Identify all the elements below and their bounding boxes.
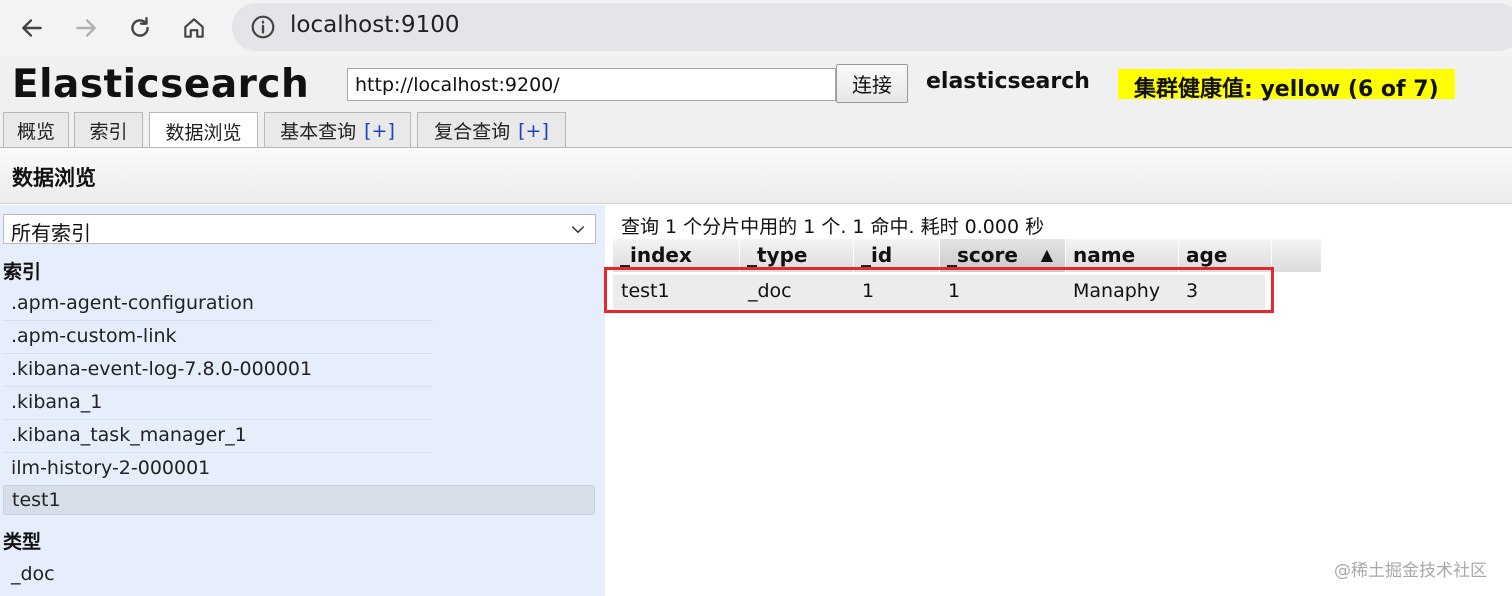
address-bar[interactable]: localhost:9100 <box>232 3 1512 51</box>
sort-ascending-icon: ▲ <box>1040 245 1053 264</box>
divider <box>3 320 433 321</box>
sidebar-item-index[interactable]: .kibana-event-log-7.8.0-000001 <box>3 355 595 385</box>
sidebar-item-index-selected[interactable]: test1 <box>3 485 595 515</box>
connect-button[interactable]: 连接 <box>836 64 908 103</box>
divider <box>3 452 433 453</box>
column-header-spacer <box>1272 239 1322 272</box>
section-header: 数据浏览 <box>0 148 1512 204</box>
sidebar-item-type[interactable]: _doc <box>3 560 595 590</box>
home-icon <box>184 18 204 38</box>
tab-label: 概览 <box>16 121 55 143</box>
tab-basic-query[interactable]: 基本查询 [+] <box>264 112 411 148</box>
app-title: Elasticsearch <box>12 62 310 107</box>
divider <box>3 419 433 420</box>
reload-button[interactable] <box>120 8 160 48</box>
tab-indices[interactable]: 索引 <box>74 112 143 148</box>
column-header-label: _score <box>947 243 1018 267</box>
sidebar-item-index[interactable]: .kibana_1 <box>3 388 595 418</box>
connection-url-input[interactable] <box>347 68 836 101</box>
arrow-left-icon <box>22 19 42 37</box>
arrow-right-icon <box>76 19 96 37</box>
chevron-down-icon <box>572 226 584 233</box>
expand-plus[interactable]: [+] <box>364 120 395 142</box>
index-select[interactable]: 所有索引 <box>3 214 596 245</box>
sidebar: 所有索引 索引 .apm-agent-configuration .apm-cu… <box>0 205 605 596</box>
tab-compound-query[interactable]: 复合查询 [+] <box>417 112 566 148</box>
types-heading: 类型 <box>3 531 42 553</box>
watermark: @稀土掘金技术社区 <box>1334 561 1487 581</box>
tab-label: 数据浏览 <box>165 121 242 144</box>
query-summary: 查询 1 个分片中用的 1 个. 1 命中. 耗时 0.000 秒 <box>621 216 1045 238</box>
reload-icon <box>131 17 149 37</box>
sidebar-item-index[interactable]: ilm-history-2-000001 <box>3 454 595 484</box>
page-title: 数据浏览 <box>12 166 96 190</box>
tab-label: 索引 <box>89 121 128 143</box>
divider <box>3 386 433 387</box>
back-button[interactable] <box>12 8 52 48</box>
column-header-label: _type <box>747 243 808 267</box>
sidebar-item-index[interactable]: .apm-agent-configuration <box>3 289 595 319</box>
column-header-label: _id <box>861 243 893 267</box>
sidebar-item-index[interactable]: .kibana_task_manager_1 <box>3 421 595 451</box>
highlight-annotation <box>604 267 1274 313</box>
index-select-value: 所有索引 <box>11 221 91 245</box>
sidebar-item-index[interactable]: .apm-custom-link <box>3 322 595 352</box>
indices-heading: 索引 <box>3 261 42 283</box>
divider <box>3 353 433 354</box>
tab-label: 复合查询 <box>434 121 511 143</box>
cluster-health-badge: 集群健康值: yellow (6 of 7) <box>1118 69 1455 102</box>
url-text: localhost:9100 <box>290 12 460 38</box>
info-icon[interactable] <box>250 14 276 40</box>
cluster-name: elasticsearch <box>926 69 1090 94</box>
home-button[interactable] <box>174 8 214 48</box>
expand-plus[interactable]: [+] <box>518 120 549 142</box>
tab-label: 基本查询 <box>280 121 357 143</box>
browser-toolbar: localhost:9100 <box>0 0 1512 56</box>
forward-button[interactable] <box>66 8 106 48</box>
column-header-label: age <box>1186 243 1228 267</box>
tab-overview[interactable]: 概览 <box>3 112 69 148</box>
tab-browser[interactable]: 数据浏览 <box>149 112 258 149</box>
column-header-label: name <box>1073 243 1136 267</box>
column-header-label: _index <box>620 243 692 267</box>
